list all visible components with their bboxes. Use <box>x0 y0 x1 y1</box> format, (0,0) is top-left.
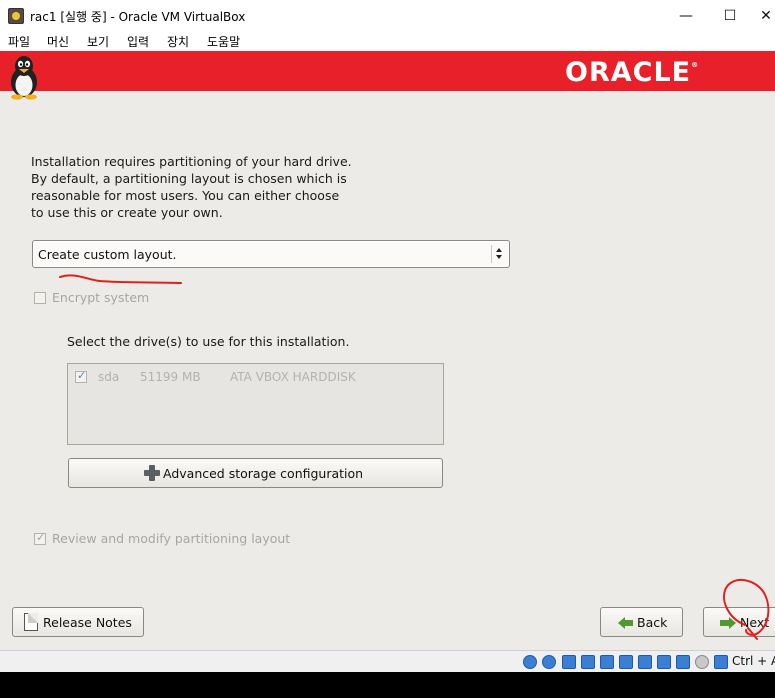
menu-bar: 파일 머신 보기 입력 장치 도움말 <box>0 32 775 51</box>
minimize-button[interactable]: — <box>676 6 696 26</box>
advanced-storage-label: Advanced storage configuration <box>163 466 364 481</box>
drive-checkbox-icon[interactable] <box>75 369 87 383</box>
menu-machine[interactable]: 머신 <box>47 33 69 50</box>
installer-banner: ORACLE® <box>0 51 775 100</box>
guest-screen: ORACLE® Installation requires partitioni… <box>0 51 775 650</box>
shared-folders-icon[interactable] <box>619 655 633 669</box>
virtualization-icon[interactable] <box>676 655 690 669</box>
next-label: Next <box>740 615 770 630</box>
plus-icon <box>144 465 160 481</box>
intro-line: to use this or create your own. <box>31 205 223 220</box>
review-partitioning-checkbox[interactable]: Review and modify partitioning layout <box>34 531 334 547</box>
drives-label: Select the drive(s) to use for this inst… <box>67 334 350 349</box>
network-icon[interactable] <box>581 655 595 669</box>
drive-name: sda <box>98 370 120 384</box>
keyboard-capture-icon[interactable] <box>714 655 728 669</box>
menu-devices[interactable]: 장치 <box>167 33 189 50</box>
release-notes-button[interactable]: Release Notes <box>12 607 144 637</box>
audio-icon[interactable] <box>562 655 576 669</box>
menu-input[interactable]: 입력 <box>127 33 149 50</box>
encrypt-system-checkbox[interactable]: Encrypt system <box>34 290 234 306</box>
recording-icon[interactable] <box>657 655 671 669</box>
next-arrow-icon <box>720 617 736 629</box>
next-button[interactable]: Next <box>703 607 775 637</box>
close-button[interactable]: ✕ <box>756 6 775 26</box>
checkbox-icon <box>34 292 46 304</box>
back-arrow-icon <box>618 617 634 629</box>
window-title: rac1 [실행 중] - Oracle VM VirtualBox <box>30 10 246 24</box>
mouse-integration-icon[interactable] <box>695 655 709 669</box>
menu-view[interactable]: 보기 <box>87 33 109 50</box>
partition-layout-select[interactable]: Create custom layout. <box>32 240 510 268</box>
display-icon[interactable] <box>638 655 652 669</box>
back-label: Back <box>637 615 668 630</box>
partition-layout-value: Create custom layout. <box>38 247 177 262</box>
review-partitioning-label: Review and modify partitioning layout <box>52 531 291 546</box>
usb-icon[interactable] <box>600 655 614 669</box>
advanced-storage-button[interactable]: Advanced storage configuration <box>68 458 443 488</box>
checkbox-icon <box>34 531 46 545</box>
intro-line: reasonable for most users. You can eithe… <box>31 188 340 203</box>
updown-arrows-icon <box>491 245 505 263</box>
window-titlebar: rac1 [실행 중] - Oracle VM VirtualBox — ☐ ✕ <box>0 0 775 32</box>
drive-size: 51199 MB <box>140 370 201 384</box>
optical-drive-icon[interactable] <box>542 655 556 669</box>
release-notes-label: Release Notes <box>43 615 132 630</box>
document-icon <box>24 613 38 631</box>
desktop-background <box>0 672 775 698</box>
intro-text: Installation requires partitioning of yo… <box>31 153 391 221</box>
menu-help[interactable]: 도움말 <box>207 33 240 50</box>
virtualbox-app-icon <box>8 8 24 24</box>
drive-model: ATA VBOX HARDDISK <box>230 370 356 384</box>
drive-list[interactable]: sda 51199 MB ATA VBOX HARDDISK <box>67 363 444 445</box>
list-item[interactable]: sda 51199 MB ATA VBOX HARDDISK <box>75 369 435 386</box>
hard-disk-icon[interactable] <box>523 655 537 669</box>
tux-penguin-icon <box>11 56 37 100</box>
menu-file[interactable]: 파일 <box>8 33 30 50</box>
oracle-logo: ORACLE® <box>565 57 700 88</box>
back-button[interactable]: Back <box>600 607 683 637</box>
vm-status-bar: Ctrl + Al <box>0 650 775 672</box>
intro-line: By default, a partitioning layout is cho… <box>31 171 347 186</box>
maximize-button[interactable]: ☐ <box>720 6 740 26</box>
intro-line: Installation requires partitioning of yo… <box>31 154 352 169</box>
host-key-label: Ctrl + Al <box>732 654 775 668</box>
encrypt-system-label: Encrypt system <box>52 290 150 305</box>
